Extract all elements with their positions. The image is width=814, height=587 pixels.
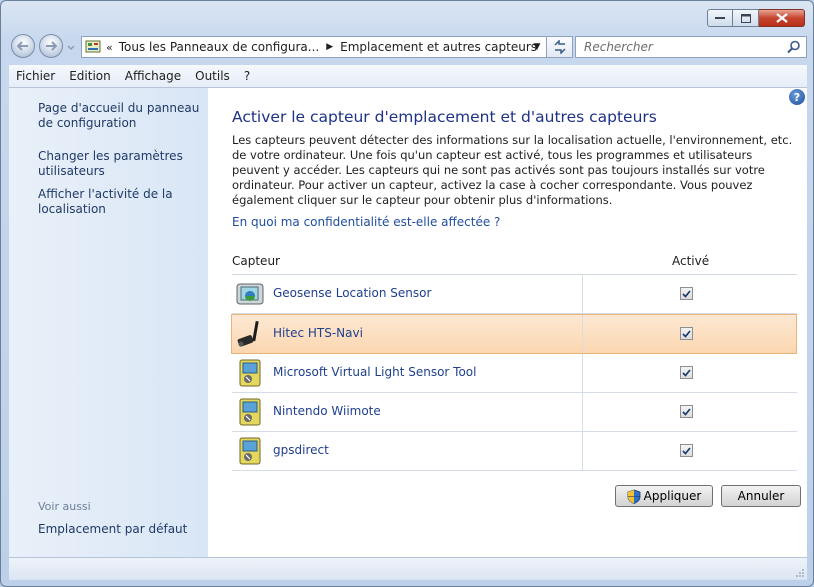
sensor-cell: Nintendo Wiimote — [232, 393, 583, 431]
checkmark-icon — [682, 329, 691, 338]
breadcrumb-location-sensors[interactable]: Emplacement et autres capteurs — [340, 40, 537, 54]
caption-buttons — [707, 9, 805, 27]
table-row[interactable]: Geosense Location Sensor — [232, 275, 797, 314]
table-row[interactable]: Nintendo Wiimote — [232, 393, 797, 432]
address-dropdown-icon[interactable]: ▼ — [528, 37, 546, 57]
menu-view[interactable]: Affichage — [118, 69, 188, 83]
checkmark-icon — [682, 446, 691, 455]
sensor-name[interactable]: gpsdirect — [273, 443, 329, 457]
address-bar[interactable]: « Tous les Panneaux de configura... ▶ Em… — [81, 36, 547, 58]
sidebar-link-control-panel-home[interactable]: Page d'accueil du panneau de configurati… — [38, 101, 208, 131]
table-header: Capteur Activé — [232, 248, 797, 275]
active-checkbox[interactable] — [680, 287, 693, 300]
sensor-cell: gpsdirect — [232, 432, 583, 470]
arrow-left-icon — [17, 41, 28, 51]
column-header-sensor: Capteur — [232, 254, 280, 268]
minimize-icon — [715, 17, 725, 19]
help-icon[interactable]: ? — [789, 89, 805, 105]
sensor-device-icon — [239, 437, 261, 465]
sensor-table: Capteur Activé Geosense Location Sensor — [231, 248, 797, 471]
recent-pages-icon[interactable] — [67, 42, 75, 52]
refresh-button[interactable] — [547, 36, 573, 58]
menu-tools[interactable]: Outils — [188, 69, 237, 83]
location-sensor-icon — [236, 283, 264, 305]
breadcrumb-chevron[interactable]: « — [106, 41, 113, 54]
gps-antenna-icon — [237, 320, 259, 347]
close-button[interactable] — [759, 9, 805, 27]
dialog-buttons: Appliquer Annuler — [615, 485, 801, 507]
back-button[interactable] — [11, 34, 35, 58]
search-icon[interactable] — [787, 40, 801, 54]
table-row-selected[interactable]: Hitec HTS-Navi — [231, 314, 797, 354]
column-header-active: Activé — [672, 254, 710, 268]
table-row[interactable]: Microsoft Virtual Light Sensor Tool — [232, 354, 797, 393]
task-pane: Page d'accueil du panneau de configurati… — [9, 88, 208, 557]
checkmark-icon — [682, 368, 691, 377]
sidebar-link-change-user-settings[interactable]: Changer les paramètres utilisateurs — [38, 149, 208, 179]
forward-button[interactable] — [39, 34, 63, 58]
sidebar-link-location-activity[interactable]: Afficher l'activité de la localisation — [38, 187, 208, 217]
search-input[interactable] — [582, 39, 786, 55]
content-area: Page d'accueil du panneau de configurati… — [9, 88, 807, 557]
menu-help[interactable]: ? — [237, 69, 257, 83]
apply-button[interactable]: Appliquer — [615, 485, 713, 507]
refresh-icon — [553, 40, 566, 54]
sensor-cell: Microsoft Virtual Light Sensor Tool — [232, 354, 583, 392]
active-checkbox[interactable] — [680, 366, 693, 379]
privacy-link[interactable]: En quoi ma confidentialité est-elle affe… — [232, 215, 500, 229]
menu-edit[interactable]: Edition — [62, 69, 118, 83]
checkmark-icon — [682, 407, 691, 416]
sensor-name[interactable]: Microsoft Virtual Light Sensor Tool — [273, 365, 476, 379]
sidebar-link-default-location[interactable]: Emplacement par défaut — [38, 522, 208, 537]
maximize-icon — [740, 13, 751, 23]
menu-file[interactable]: Fichier — [9, 69, 62, 83]
description-text: Les capteurs peuvent détecter des inform… — [232, 133, 793, 207]
sensor-name[interactable]: Geosense Location Sensor — [273, 286, 431, 300]
apply-label: Appliquer — [643, 489, 702, 503]
maximize-button[interactable] — [733, 9, 759, 27]
arrow-right-icon — [46, 41, 57, 51]
checkmark-icon — [682, 289, 691, 298]
page-title: Activer le capteur d'emplacement et d'au… — [232, 108, 657, 126]
window: « Tous les Panneaux de configura... ▶ Em… — [0, 0, 814, 587]
minimize-button[interactable] — [707, 9, 733, 27]
status-bar — [9, 557, 807, 580]
menu-bar: Fichier Edition Affichage Outils ? — [9, 65, 807, 88]
breadcrumb-separator-icon[interactable]: ▶ — [326, 42, 333, 52]
sensor-cell: Hitec HTS-Navi — [232, 315, 583, 353]
sensor-cell: Geosense Location Sensor — [232, 275, 583, 313]
sensor-name[interactable]: Hitec HTS-Navi — [273, 326, 363, 340]
active-checkbox[interactable] — [680, 444, 693, 457]
table-row[interactable]: gpsdirect — [232, 432, 797, 471]
sensor-name[interactable]: Nintendo Wiimote — [273, 404, 381, 418]
cancel-button[interactable]: Annuler — [721, 485, 801, 507]
uac-shield-icon — [627, 489, 641, 504]
see-also-title: Voir aussi — [38, 500, 91, 513]
close-icon — [775, 13, 788, 23]
sensor-device-icon — [239, 398, 261, 426]
active-checkbox[interactable] — [680, 327, 693, 340]
sensor-device-icon — [239, 359, 261, 387]
control-panel-icon — [85, 40, 101, 53]
search-box — [575, 36, 807, 58]
breadcrumb-control-panel[interactable]: Tous les Panneaux de configura... — [119, 40, 319, 54]
navigation-bar: « Tous les Panneaux de configura... ▶ Em… — [9, 34, 807, 60]
active-checkbox[interactable] — [680, 405, 693, 418]
resize-grip-icon[interactable] — [795, 568, 805, 578]
